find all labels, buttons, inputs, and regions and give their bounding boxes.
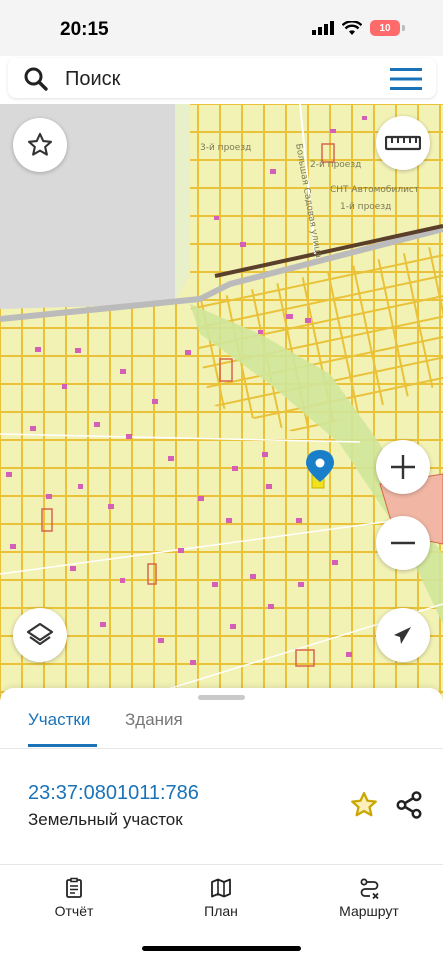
parcel-cadastral-number[interactable]: 23:37:0801011:786	[28, 782, 199, 805]
menu-icon[interactable]	[390, 68, 422, 90]
layers-button[interactable]	[13, 608, 67, 662]
map-plan-icon	[211, 878, 231, 898]
sheet-grabber[interactable]	[198, 695, 245, 700]
navigation-arrow-icon	[394, 627, 411, 644]
search-icon	[24, 67, 48, 91]
nav-label-route: Маршрут	[339, 903, 399, 919]
plus-icon	[391, 455, 415, 479]
tab-buildings[interactable]: Здания	[125, 710, 183, 730]
my-location-button[interactable]	[376, 608, 430, 662]
parcel-type: Земельный участок	[28, 810, 183, 829]
route-icon	[360, 878, 379, 899]
status-bar: 20:15 10	[0, 0, 443, 56]
bottom-navigation: Отчёт План Маршрут	[0, 864, 443, 961]
nav-label-plan: План	[204, 903, 238, 919]
map-view[interactable]: 3-й проезд 2-й проезд 1-й проезд СНТ Авт…	[0, 104, 443, 704]
report-icon	[66, 877, 82, 898]
tab-active-indicator	[28, 744, 97, 747]
zoom-out-button[interactable]	[376, 516, 430, 570]
favorites-button[interactable]	[13, 118, 67, 172]
map-label-snt: СНТ Автомобилист	[330, 185, 419, 195]
nav-item-route[interactable]: Маршрут	[319, 877, 419, 921]
nav-label-report: Отчёт	[54, 903, 94, 919]
map-label-prospect-1: 1-й проезд	[340, 202, 391, 212]
sheet-tabs: Участки Здания	[0, 704, 443, 749]
map-label-prospect-2: 2-й проезд	[310, 160, 361, 170]
star-icon	[27, 132, 53, 156]
cadastral-map[interactable]: 3-й проезд 2-й проезд 1-й проезд СНТ Авт…	[0, 104, 443, 704]
layers-icon	[26, 622, 54, 646]
cellular-signal-icon	[312, 21, 334, 35]
favorite-star-icon[interactable]	[349, 790, 379, 820]
search-input[interactable]: Поиск	[65, 68, 120, 91]
battery-icon: 10	[370, 20, 400, 36]
ruler-icon	[385, 135, 421, 151]
map-label-prospect-3: 3-й проезд	[200, 143, 251, 153]
ruler-button[interactable]	[376, 116, 430, 170]
status-icons: 10	[312, 20, 405, 36]
minus-icon	[391, 541, 415, 545]
wifi-icon	[342, 20, 362, 35]
status-time: 20:15	[60, 19, 109, 40]
parcel-info-sheet[interactable]: Участки Здания 23:37:0801011:786 Земельн…	[0, 688, 443, 864]
search-bar[interactable]: Поиск	[8, 58, 436, 98]
nav-item-report[interactable]: Отчёт	[24, 877, 124, 921]
nav-item-plan[interactable]: План	[171, 877, 271, 921]
battery-tip	[402, 25, 405, 31]
zoom-in-button[interactable]	[376, 440, 430, 494]
tab-parcels[interactable]: Участки	[28, 710, 90, 730]
share-icon[interactable]	[394, 790, 424, 820]
home-indicator	[142, 946, 301, 951]
